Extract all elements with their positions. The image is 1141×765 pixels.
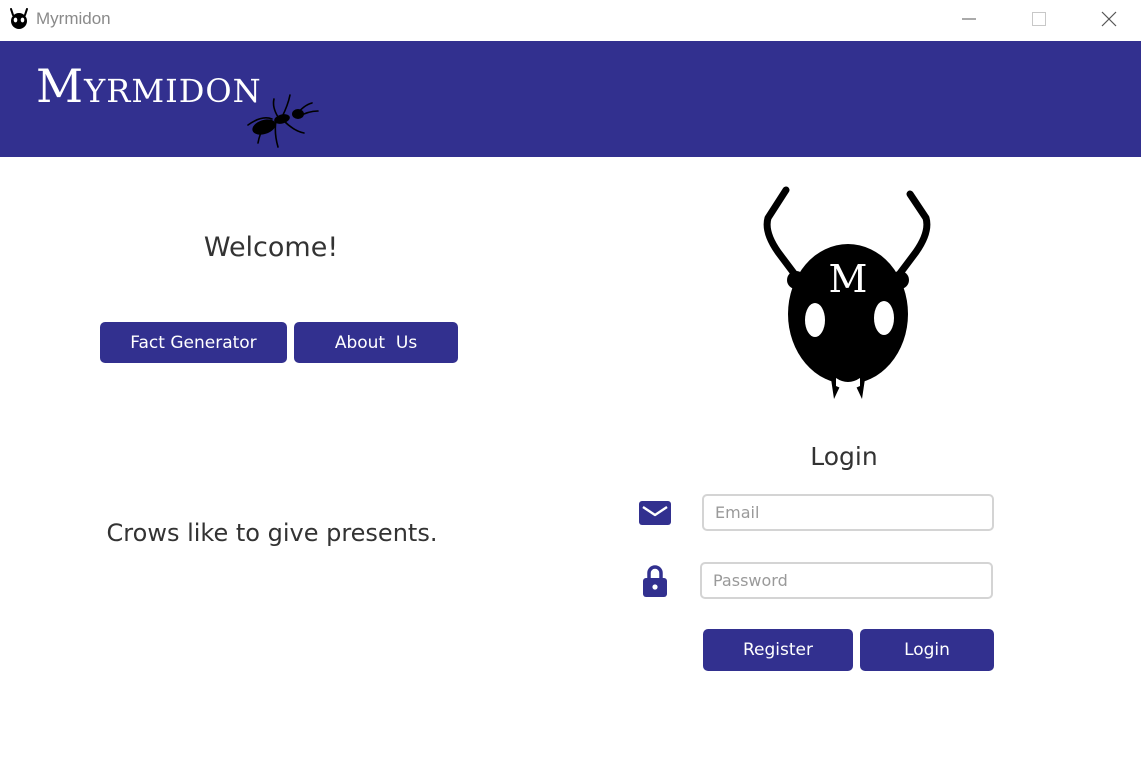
lock-icon	[643, 565, 667, 597]
ant-head-icon	[10, 8, 28, 29]
login-button[interactable]: Login	[860, 629, 994, 671]
ant-logo-icon	[247, 94, 319, 148]
close-button[interactable]	[1086, 0, 1132, 38]
ant-mascot-logo: M	[763, 186, 931, 399]
close-icon	[1101, 11, 1117, 27]
login-heading: Login	[810, 442, 878, 471]
password-input[interactable]	[700, 562, 993, 599]
maximize-button[interactable]	[1016, 0, 1062, 38]
app-window: Myrmidon Myrmidon Welcome! Fact Generato…	[0, 0, 1141, 765]
mail-icon	[639, 501, 671, 525]
logo-text: Myrmidon	[36, 59, 262, 113]
fact-text: Crows like to give presents.	[106, 519, 438, 547]
register-button[interactable]: Register	[703, 629, 853, 671]
email-input[interactable]	[702, 494, 994, 531]
header-banner: Myrmidon	[0, 41, 1141, 157]
title-bar: Myrmidon	[0, 0, 1141, 41]
minimize-icon	[962, 18, 976, 20]
welcome-heading: Welcome!	[203, 232, 339, 263]
about-us-button[interactable]: About Us	[294, 322, 458, 363]
window-title: Myrmidon	[36, 9, 111, 28]
minimize-button[interactable]	[946, 0, 992, 38]
mascot-letter: M	[829, 257, 868, 301]
maximize-icon	[1032, 12, 1046, 26]
fact-generator-button[interactable]: Fact Generator	[100, 322, 287, 363]
